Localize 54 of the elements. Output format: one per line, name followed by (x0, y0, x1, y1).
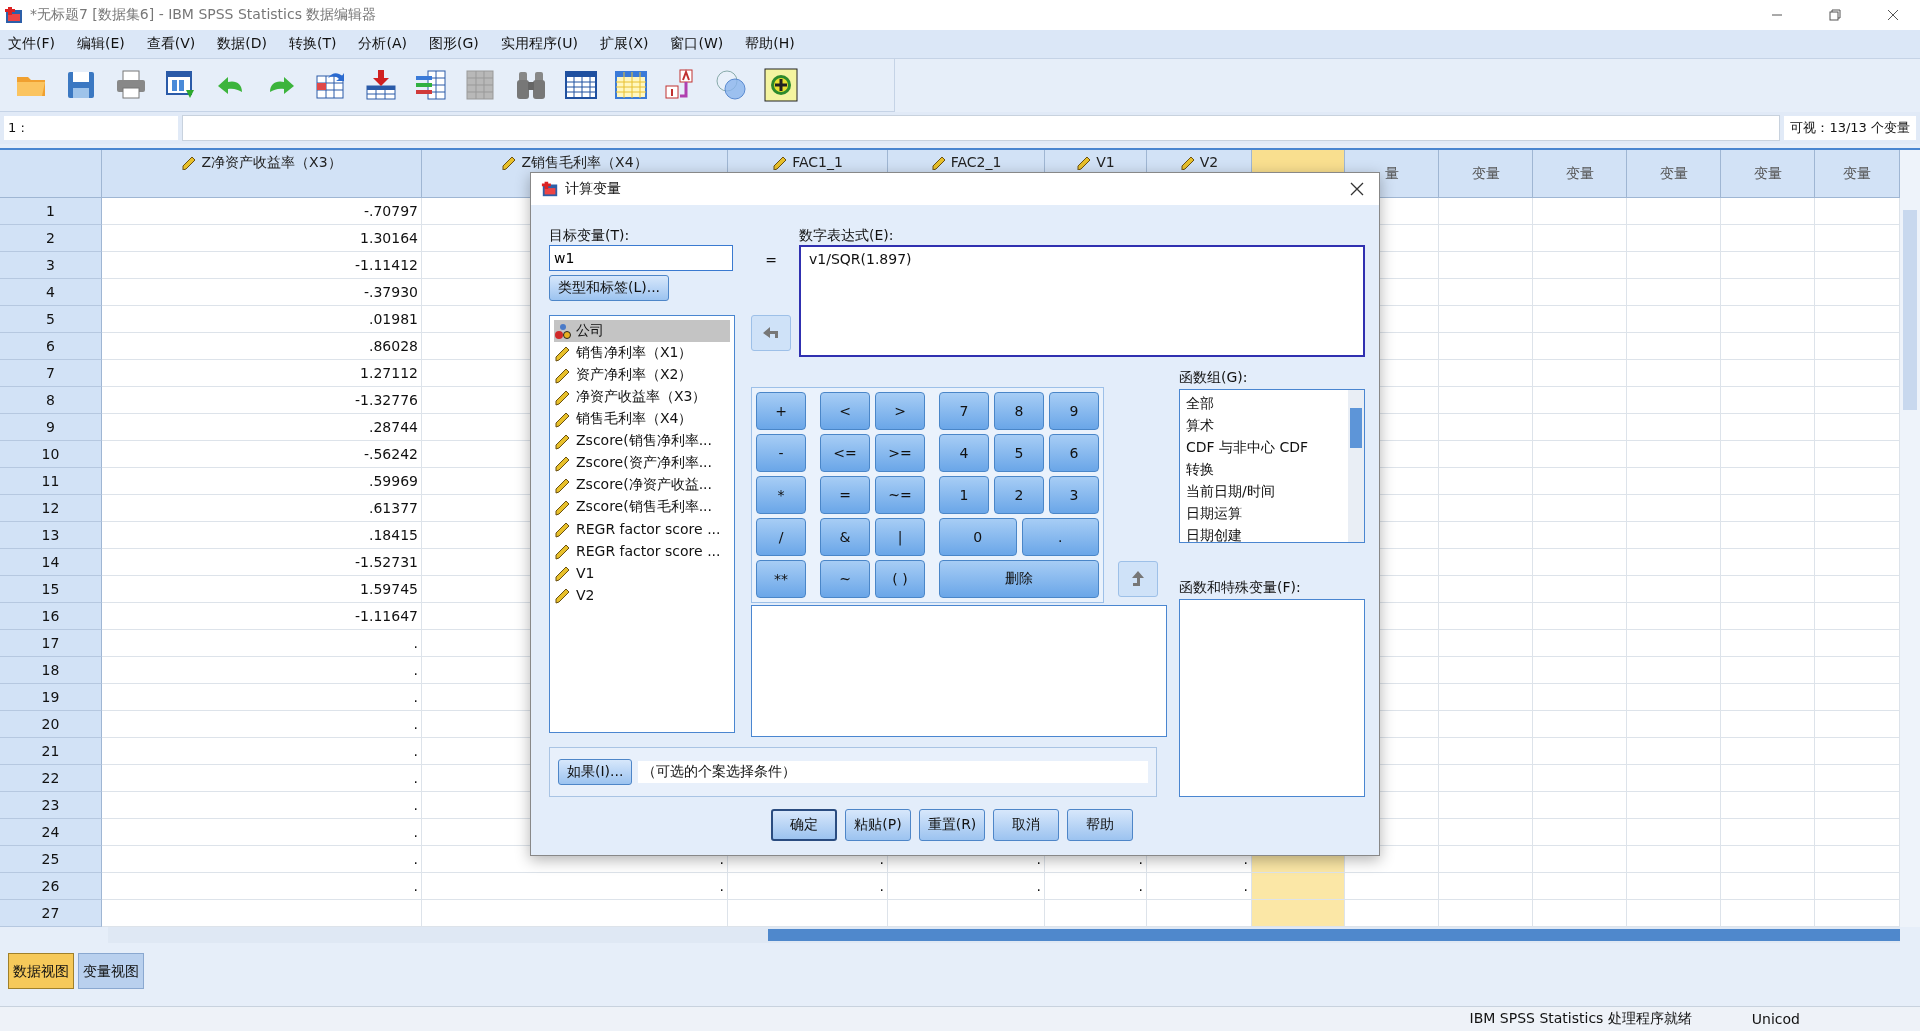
table-cell: -.70797 (102, 198, 422, 225)
column-label: FAC1_1 (792, 154, 843, 170)
table-cell: .59969 (102, 468, 422, 495)
table-cell: .28744 (102, 414, 422, 441)
column-label: FAC2_1 (950, 154, 1002, 170)
table-cell: . (102, 846, 422, 873)
table-cell: . (102, 765, 422, 792)
table-cell: . (102, 711, 422, 738)
equals-sign: = (765, 252, 777, 268)
table-cell: -.56242 (102, 441, 422, 468)
table-cell: -1.11412 (102, 252, 422, 279)
table-cell: -.37930 (102, 279, 422, 306)
table-cell: -1.32776 (102, 387, 422, 414)
column-label: V1 (1096, 154, 1115, 170)
table-cell: .18415 (102, 522, 422, 549)
table-cell: . (888, 873, 1045, 900)
table-cell: -1.52731 (102, 549, 422, 576)
table-cell: . (102, 630, 422, 657)
dialog-title: 计算变量 (565, 180, 621, 198)
table-cell: . (728, 873, 888, 900)
expression-label: 数字表达式(E): (799, 227, 895, 245)
table-cell: . (102, 738, 422, 765)
table-cell: . (102, 819, 422, 846)
table-cell: . (102, 873, 422, 900)
table-cell: .01981 (102, 306, 422, 333)
column-label: Z净资产收益率（X3） (201, 154, 342, 172)
column-label: 变量 (1753, 164, 1782, 183)
window-title: *无标题7 [数据集6] - IBM SPSS Statistics 数据编辑器 (30, 6, 377, 24)
table-cell: . (102, 792, 422, 819)
table-cell: .61377 (102, 495, 422, 522)
target-variable-label: 目标变量(T): (549, 227, 631, 245)
table-cell: -1.11647 (102, 603, 422, 630)
column-label: 量 (1384, 164, 1399, 183)
functions-label: 函数和特殊变量(F): (1179, 579, 1302, 597)
table-cell: 1.30164 (102, 225, 422, 252)
visible-variables-count: 可视：13/13 个变量 (1784, 116, 1916, 140)
table-cell: . (102, 657, 422, 684)
table-cell: . (422, 873, 728, 900)
column-label: Z销售毛利率（X4） (521, 154, 648, 172)
table-cell: .86028 (102, 333, 422, 360)
table-cell: 1.27112 (102, 360, 422, 387)
column-label: 变量 (1565, 164, 1594, 183)
column-label: 变量 (1659, 164, 1688, 183)
cell-reference: 1 : (4, 116, 178, 140)
table-cell: 1.59745 (102, 576, 422, 603)
column-label: 变量 (1471, 164, 1500, 183)
status-text: Unicod (1751, 1011, 1800, 1027)
column-label: V2 (1199, 154, 1219, 170)
condition-text: （可选的个案选择条件） (638, 761, 1148, 783)
table-cell: . (1045, 873, 1147, 900)
function-group-label: 函数组(G): (1179, 369, 1249, 387)
table-cell: . (102, 684, 422, 711)
column-label: 变量 (1843, 164, 1871, 183)
status-text: IBM SPSS Statistics 处理程序就绪 (1469, 1010, 1692, 1028)
